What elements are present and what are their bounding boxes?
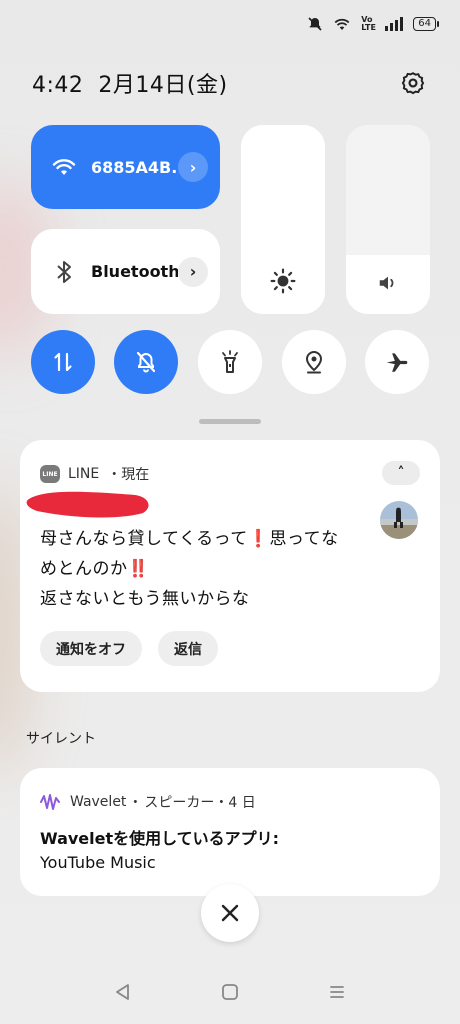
settings-button[interactable] [398, 68, 428, 98]
back-icon[interactable] [114, 983, 132, 1001]
mute-toggle[interactable] [114, 330, 178, 394]
notification-meta: スピーカー・4 日 [144, 795, 256, 811]
notification-title: Waveletを使用しているアプリ: [40, 829, 280, 848]
notification-app-row: Wavelet ・スピーカー・4 日 [40, 792, 256, 812]
location-icon [305, 350, 323, 374]
bluetooth-label: Bluetooth [91, 262, 178, 281]
airplane-mode-toggle[interactable] [365, 330, 429, 394]
wavelet-app-icon [40, 794, 60, 810]
volte-icon: Vo LTE [361, 15, 376, 32]
quick-settings-header: 4:42 2月14日(金) [32, 66, 428, 100]
notification-app-name: LINE [68, 466, 100, 482]
chevron-right-icon: › [189, 262, 197, 281]
date-label: 2月14日(金) [98, 73, 228, 98]
notification-message: 母さんなら貸してくるって❗思ってな めとんのか‼️ 返さないともう無いからな [40, 524, 370, 614]
close-icon [221, 904, 239, 922]
clear-all-button[interactable] [201, 884, 259, 942]
status-bar: Vo LTE 64 [307, 10, 439, 38]
mobile-data-toggle[interactable] [31, 330, 95, 394]
wavelet-notification[interactable]: Wavelet ・スピーカー・4 日 Waveletを使用しているアプリ: You… [20, 768, 440, 896]
flashlight-toggle[interactable] [198, 330, 262, 394]
chevron-up-icon: ˄ [397, 465, 405, 481]
notification-time: 現在 [121, 467, 150, 483]
flashlight-icon [222, 350, 238, 373]
separator-dot: ・ [128, 795, 143, 811]
wifi-icon [51, 154, 77, 180]
reply-button[interactable]: 返信 [158, 631, 218, 666]
home-icon[interactable] [221, 983, 239, 1001]
collapse-notification-button[interactable]: ˄ [382, 461, 420, 485]
bell-off-icon [136, 351, 156, 373]
bluetooth-tile[interactable]: Bluetooth › [31, 229, 220, 314]
message-line: 母さんなら貸してくるって❗思ってな [40, 529, 339, 549]
gear-icon [401, 72, 425, 95]
wifi-tile[interactable]: 6885A4B.. › [31, 125, 220, 209]
sender-avatar [380, 501, 418, 539]
notification-actions: 通知をオフ 返信 [40, 631, 218, 666]
notification-app-name: Wavelet [70, 794, 127, 810]
data-arrows-icon [54, 352, 72, 372]
panel-drag-handle[interactable] [199, 419, 261, 424]
wifi-expand-button[interactable]: › [178, 152, 208, 182]
clock-date: 4:42 2月14日(金) [32, 67, 228, 99]
line-notification[interactable]: LINE LINE ・現在 ˄ 母さんなら貸してくるって❗思ってな めとんのか‼️… [20, 440, 440, 692]
sun-icon [241, 268, 325, 294]
separator-dot: ・ [107, 467, 122, 483]
volume-track [346, 125, 430, 256]
turn-off-notifications-button[interactable]: 通知をオフ [40, 631, 142, 666]
navigation-bar [0, 974, 460, 1010]
airplane-icon [386, 353, 408, 372]
mute-icon [308, 17, 322, 31]
location-toggle[interactable] [282, 330, 346, 394]
notification-body: YouTube Music [40, 853, 156, 872]
message-line: 返さないともう無いからな [40, 589, 250, 609]
speaker-icon [346, 272, 430, 294]
volume-slider[interactable] [346, 125, 430, 314]
signal-icon [385, 17, 404, 31]
bluetooth-icon [51, 259, 77, 285]
wifi-icon [334, 18, 350, 30]
notification-app-row: LINE LINE ・現在 [40, 464, 149, 484]
clock-time: 4:42 [32, 73, 84, 98]
wifi-network-name: 6885A4B.. [91, 157, 178, 177]
redacted-sender-name [26, 491, 149, 518]
battery-indicator: 64 [413, 17, 439, 31]
recents-icon[interactable] [328, 983, 346, 1001]
brightness-slider[interactable] [241, 125, 325, 314]
silent-section-label: サイレント [26, 731, 96, 747]
message-line: めとんのか‼️ [40, 559, 150, 579]
chevron-right-icon: › [189, 157, 197, 177]
line-app-icon: LINE [40, 465, 60, 483]
bluetooth-expand-button[interactable]: › [178, 256, 208, 287]
